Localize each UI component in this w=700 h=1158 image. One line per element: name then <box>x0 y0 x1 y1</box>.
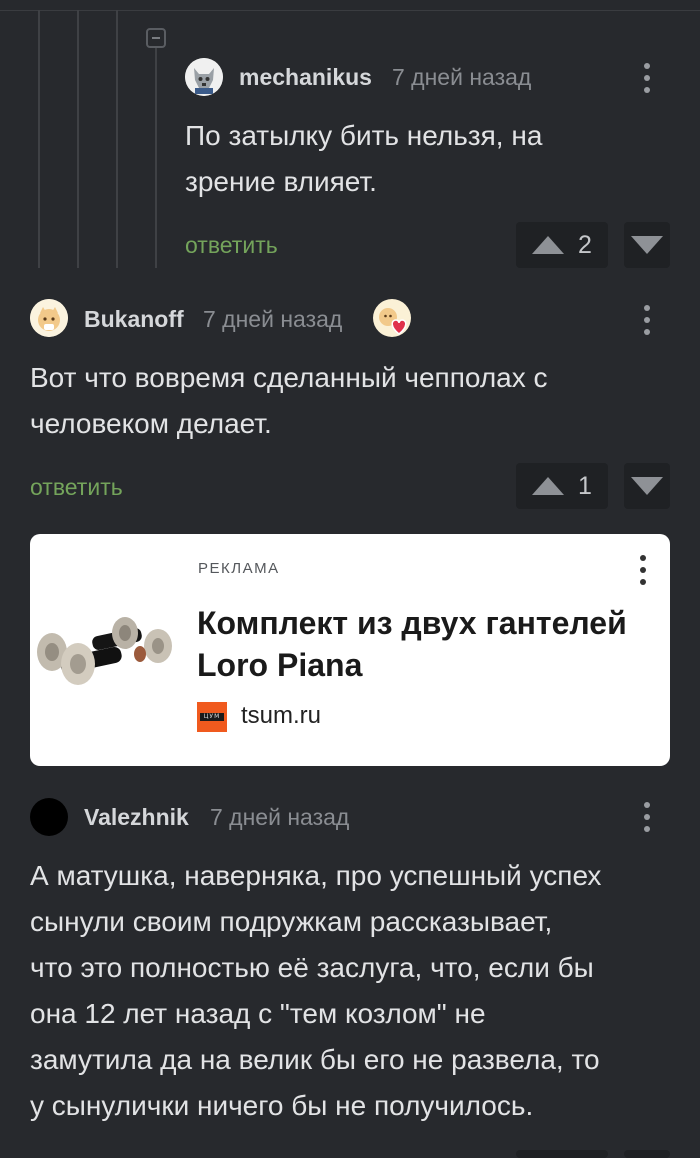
comment-time[interactable]: 7 дней назад <box>392 64 531 91</box>
ad-domain[interactable]: tsum.ru <box>241 702 321 730</box>
comment-line: что это полностью её заслуга, что, если … <box>30 952 594 983</box>
downvote-button[interactable] <box>624 463 670 509</box>
downvote-button[interactable] <box>624 1150 670 1158</box>
upvote-button[interactable]: 1 <box>516 463 608 509</box>
heart-award-icon[interactable] <box>372 298 412 338</box>
comment-line: замутила да на велик бы его не развела, … <box>30 1044 600 1075</box>
dumbbells-image[interactable] <box>30 534 180 766</box>
vote-count: 1 <box>578 472 592 500</box>
arrow-down-icon <box>631 477 663 495</box>
ad-title-line[interactable]: Комплект из двух гантелей <box>197 602 667 644</box>
comment-username[interactable]: Bukanoff <box>84 306 184 333</box>
more-options-icon[interactable] <box>642 302 652 338</box>
thread-line[interactable] <box>38 10 40 268</box>
more-options-icon[interactable] <box>642 60 652 96</box>
comment-time[interactable]: 7 дней назад <box>203 306 342 333</box>
wolf-avatar-icon <box>185 58 223 96</box>
comment-username[interactable]: Valezhnik <box>84 804 189 831</box>
downvote-button[interactable] <box>624 222 670 268</box>
tsum-logo-icon: ЦУМ <box>197 702 227 732</box>
thread-line[interactable] <box>116 10 118 268</box>
comment-username[interactable]: mechanikus <box>239 64 372 91</box>
comment-text: А матушка, наверняка, про успешный успех… <box>30 853 680 1129</box>
ad-more-options-icon[interactable] <box>638 552 648 588</box>
comment-time[interactable]: 7 дней назад <box>210 804 349 831</box>
arrow-down-icon <box>631 236 663 254</box>
collapse-thread-button[interactable] <box>146 28 166 48</box>
thread-line[interactable] <box>155 48 157 268</box>
comment-line: А матушка, наверняка, про успешный успех <box>30 860 602 891</box>
ad-label: РЕКЛАМА <box>198 560 280 577</box>
upvote-button[interactable]: 2 <box>516 222 608 268</box>
vote-count: 2 <box>578 231 592 259</box>
comment-line: она 12 лет назад с "тем козлом" не <box>30 998 486 1029</box>
top-divider <box>0 10 700 11</box>
comment-line: человеком делает. <box>30 408 272 439</box>
more-options-icon[interactable] <box>642 799 652 835</box>
arrow-up-icon <box>532 236 564 254</box>
upvote-button[interactable] <box>516 1150 608 1158</box>
avatar[interactable] <box>30 798 68 836</box>
thread-line[interactable] <box>77 10 79 268</box>
comment-line: зрение влияет. <box>185 166 377 197</box>
avatar[interactable] <box>185 58 223 96</box>
cat-avatar-icon <box>30 299 68 337</box>
comment-line: сынули своим подружкам рассказывает, <box>30 906 553 937</box>
arrow-up-icon <box>532 477 564 495</box>
comment-text: Вот что вовремя сделанный чепполах с чел… <box>30 355 670 447</box>
comment-line: По затылку бить нельзя, на <box>185 120 543 151</box>
comment-line: у сынулички ничего бы не получилось. <box>30 1090 534 1121</box>
ad-title[interactable]: Комплект из двух гантелей Loro Piana <box>197 602 667 686</box>
logo-text: ЦУМ <box>200 713 224 721</box>
ad-card[interactable]: РЕКЛАМА Комплект из двух гантелей Loro P… <box>30 534 670 766</box>
avatar[interactable] <box>30 299 68 337</box>
ad-title-line[interactable]: Loro Piana <box>197 644 667 686</box>
reply-button[interactable]: ответить <box>185 232 278 259</box>
reply-button[interactable]: ответить <box>30 474 123 501</box>
comment-text: По затылку бить нельзя, на зрение влияет… <box>185 113 665 205</box>
comment-line: Вот что вовремя сделанный чепполах с <box>30 362 548 393</box>
